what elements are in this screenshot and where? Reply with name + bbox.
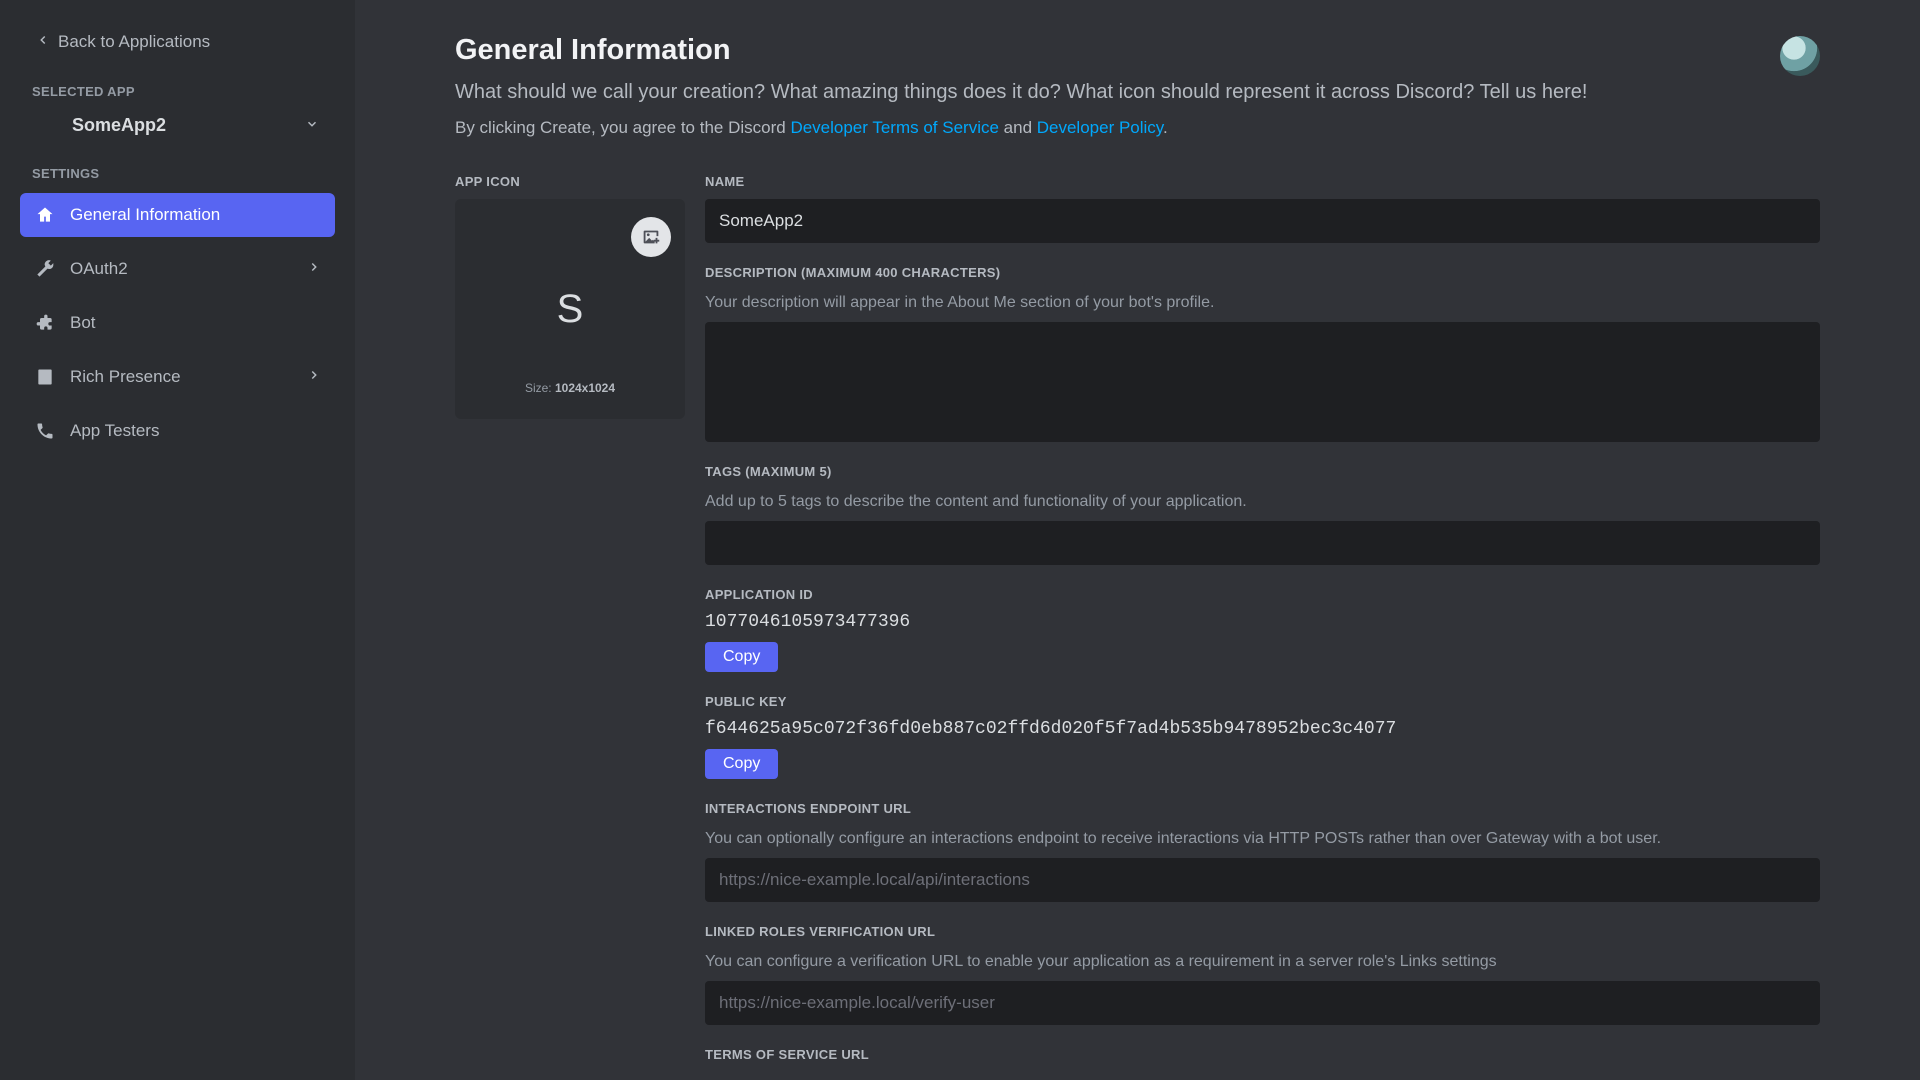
user-avatar[interactable]: [1780, 36, 1820, 76]
document-icon: [34, 367, 56, 387]
sidebar-item-label: App Testers: [70, 421, 159, 441]
interactions-helper: You can optionally configure an interact…: [705, 830, 1820, 848]
selected-app-name: SomeApp2: [72, 115, 166, 136]
home-icon: [34, 205, 56, 225]
tos-url-label: Terms of Service URL: [705, 1047, 1820, 1062]
sidebar: Back to Applications Selected App SomeAp…: [0, 0, 355, 1080]
page-title: General Information: [455, 34, 1780, 67]
sidebar-item-app-testers[interactable]: App Testers: [20, 409, 335, 453]
tos-line: By clicking Create, you agree to the Dis…: [455, 118, 1780, 138]
wrench-icon: [34, 259, 56, 279]
copy-application-id-button[interactable]: Copy: [705, 642, 778, 672]
app-icon-size-prefix: Size:: [525, 381, 552, 395]
app-icon-size: Size: 1024x1024: [525, 381, 615, 395]
app-icon-uploader[interactable]: S Size: 1024x1024: [455, 199, 685, 419]
interactions-endpoint-label: Interactions Endpoint URL: [705, 801, 1820, 816]
sidebar-item-general-information[interactable]: General Information: [20, 193, 335, 237]
back-label: Back to Applications: [58, 32, 210, 52]
sidebar-item-rich-presence[interactable]: Rich Presence: [20, 355, 335, 399]
interactions-endpoint-input[interactable]: [705, 858, 1820, 902]
application-id-label: Application ID: [705, 587, 1820, 602]
description-helper: Your description will appear in the Abou…: [705, 294, 1820, 312]
developer-tos-link[interactable]: Developer Terms of Service: [790, 118, 999, 137]
tos-prefix: By clicking Create, you agree to the Dis…: [455, 118, 790, 137]
application-id-value: 1077046105973477396: [705, 612, 1820, 632]
public-key-label: Public Key: [705, 694, 1820, 709]
page-subtitle: What should we call your creation? What …: [455, 81, 1780, 104]
settings-header: Settings: [20, 160, 335, 183]
tags-helper: Add up to 5 tags to describe the content…: [705, 493, 1820, 511]
main-panel: General Information What should we call …: [355, 0, 1920, 1080]
sidebar-item-label: OAuth2: [70, 259, 128, 279]
add-image-icon: [631, 217, 671, 257]
description-input[interactable]: [705, 322, 1820, 442]
chevron-down-icon: [305, 115, 319, 136]
sidebar-item-label: Bot: [70, 313, 96, 333]
back-to-applications-link[interactable]: Back to Applications: [24, 24, 335, 60]
chevron-right-icon: [307, 367, 321, 387]
puzzle-icon: [34, 313, 56, 333]
linked-roles-helper: You can configure a verification URL to …: [705, 953, 1820, 971]
tos-mid: and: [999, 118, 1037, 137]
people-icon: [34, 421, 56, 441]
app-icon-letter: S: [557, 287, 584, 332]
developer-policy-link[interactable]: Developer Policy: [1037, 118, 1163, 137]
chevron-right-icon: [307, 259, 321, 279]
name-input[interactable]: [705, 199, 1820, 243]
arrow-left-icon: [36, 32, 50, 52]
tags-label: Tags (maximum 5): [705, 464, 1820, 479]
sidebar-item-bot[interactable]: Bot: [20, 301, 335, 345]
linked-roles-input[interactable]: [705, 981, 1820, 1025]
description-label: Description (maximum 400 characters): [705, 265, 1820, 280]
app-selector-dropdown[interactable]: SomeApp2: [20, 105, 335, 156]
name-label: Name: [705, 174, 1820, 189]
sidebar-item-oauth2[interactable]: OAuth2: [20, 247, 335, 291]
copy-public-key-button[interactable]: Copy: [705, 749, 778, 779]
sidebar-item-label: Rich Presence: [70, 367, 181, 387]
public-key-value: f644625a95c072f36fd0eb887c02ffd6d020f5f7…: [705, 719, 1820, 739]
selected-app-header: Selected App: [20, 78, 335, 101]
tags-input[interactable]: [705, 521, 1820, 565]
app-icon-label: App Icon: [455, 174, 685, 189]
linked-roles-label: Linked Roles Verification URL: [705, 924, 1820, 939]
app-icon-size-value: 1024x1024: [555, 381, 615, 395]
tos-suffix: .: [1163, 118, 1168, 137]
sidebar-item-label: General Information: [70, 205, 220, 225]
